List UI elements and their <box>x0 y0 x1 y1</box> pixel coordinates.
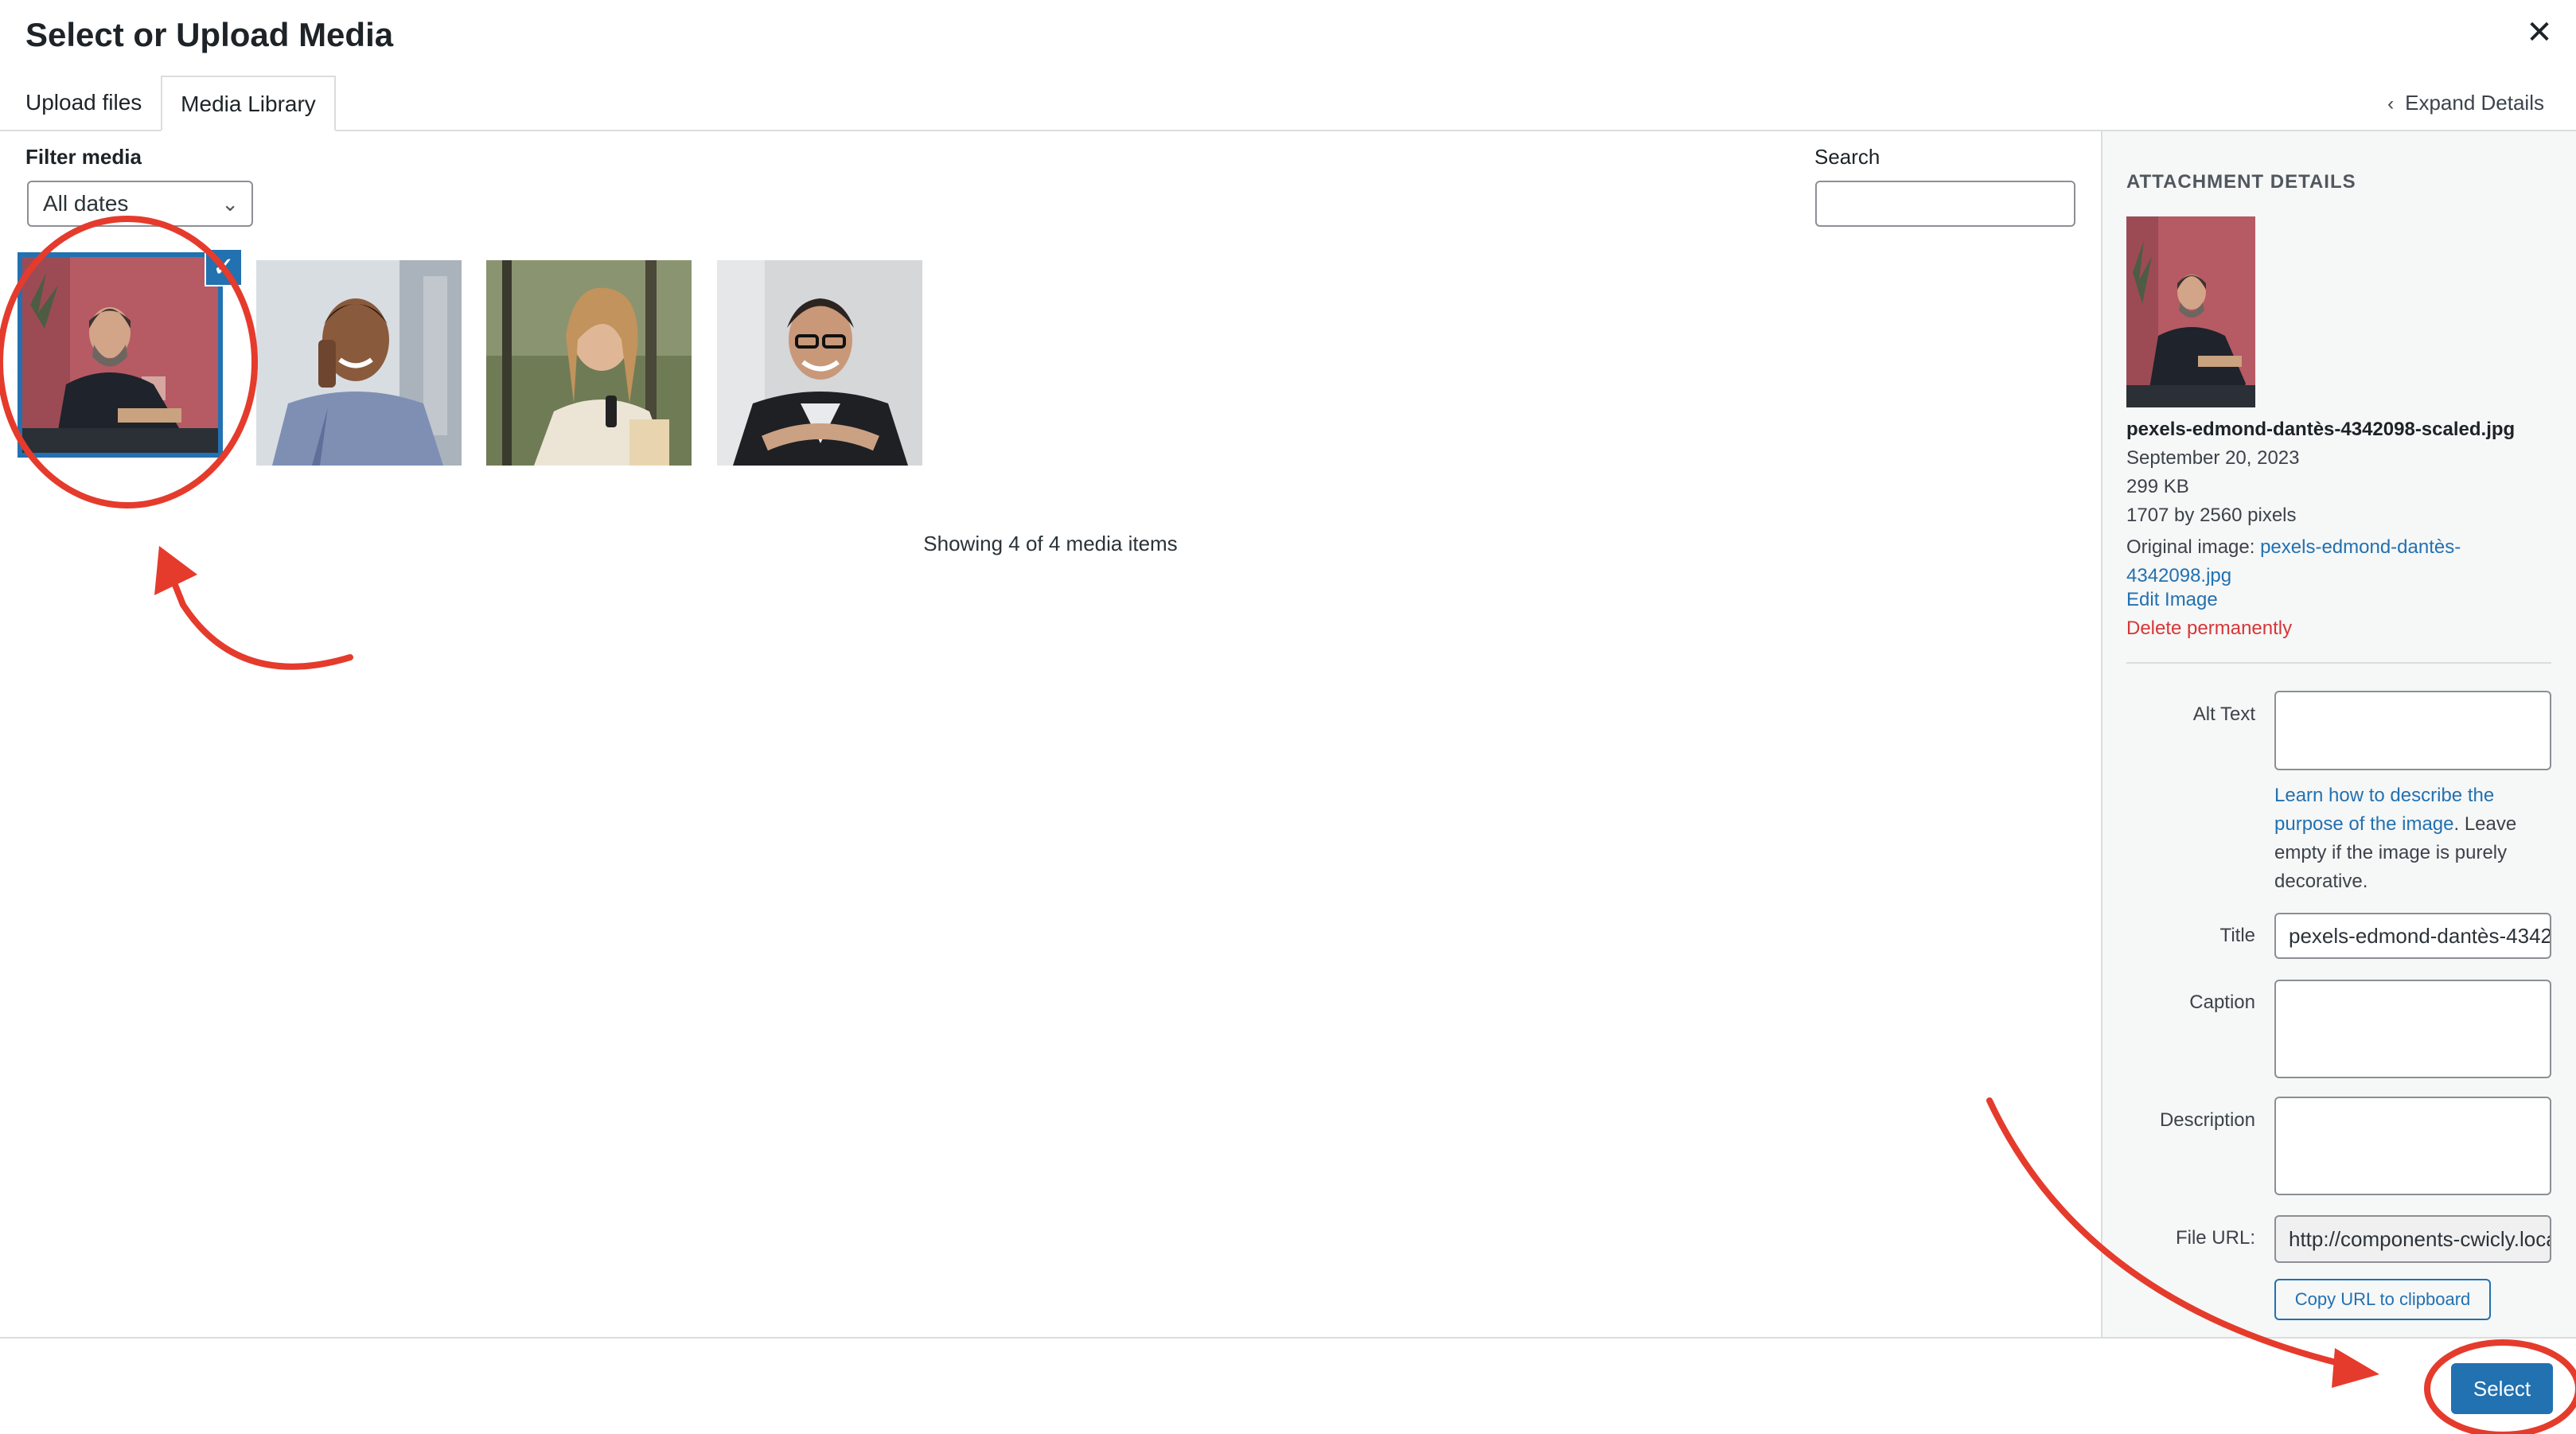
search-input[interactable] <box>1815 181 2075 227</box>
thumbnail-image <box>256 260 462 466</box>
thumbnail-image <box>717 260 922 466</box>
original-image-label: Original image: <box>2126 536 2261 558</box>
tab-upload-files[interactable]: Upload files <box>25 76 142 130</box>
attachment-preview-image <box>2126 216 2255 407</box>
copy-url-button[interactable]: Copy URL to clipboard <box>2274 1279 2491 1320</box>
attachment-preview <box>2126 216 2255 407</box>
expand-details-button[interactable]: ‹ Expand Details <box>2387 76 2544 130</box>
modal-title: Select or Upload Media <box>25 16 394 53</box>
thumbnail-image <box>486 260 692 466</box>
attachment-details-heading: ATTACHMENT DETAILS <box>2126 171 2356 193</box>
media-item-man-smiling-glasses[interactable] <box>717 260 922 466</box>
description-field[interactable] <box>2274 1097 2551 1195</box>
annotation-arrowhead-thumbnail <box>154 546 197 595</box>
caption-label: Caption <box>2189 992 2255 1013</box>
modal-footer <box>0 1337 2576 1434</box>
alt-text-field[interactable] <box>2274 691 2551 770</box>
tab-media-library[interactable]: Media Library <box>161 76 336 131</box>
attachment-date: September 20, 2023 <box>2126 447 2300 469</box>
attachment-filename: pexels-edmond-dantès-4342098-scaled.jpg <box>2126 419 2516 440</box>
chevron-down-icon: ⌄ <box>221 192 239 216</box>
chevron-left-icon: ‹ <box>2387 93 2395 115</box>
date-filter-select[interactable]: All dates ⌄ <box>27 181 253 227</box>
attachment-dimensions: 1707 by 2560 pixels <box>2126 505 2297 526</box>
tab-bar: Upload files Media Library ‹ Expand Detai… <box>0 76 2576 131</box>
alt-text-help: Learn how to describe the purpose of the… <box>2274 781 2551 896</box>
media-item-man-on-phone[interactable] <box>256 260 462 466</box>
media-item-woman-on-phone[interactable] <box>486 260 692 466</box>
media-item-man-red-background[interactable] <box>18 252 223 458</box>
description-label: Description <box>2159 1109 2255 1131</box>
attachment-file-size: 299 KB <box>2126 476 2189 497</box>
expand-details-label: Expand Details <box>2405 91 2544 115</box>
thumbnail-image <box>22 257 218 453</box>
close-icon[interactable]: ✕ <box>2523 16 2556 49</box>
search-label: Search <box>1814 145 1880 169</box>
select-button[interactable]: Select <box>2451 1363 2553 1414</box>
file-url-label: File URL: <box>2175 1227 2255 1249</box>
divider <box>2126 662 2551 664</box>
alt-text-label: Alt Text <box>2192 703 2255 725</box>
title-field[interactable]: pexels-edmond-dantès-4342098-scaled <box>2274 913 2551 959</box>
file-url-field[interactable]: http://components-cwicly.local/wp-conten… <box>2274 1215 2551 1263</box>
caption-field[interactable] <box>2274 980 2551 1078</box>
title-label: Title <box>2219 925 2255 946</box>
edit-image-link[interactable]: Edit Image <box>2126 589 2218 611</box>
original-image-info: Original image: pexels-edmond-dantès-434… <box>2126 533 2556 590</box>
delete-permanently-link[interactable]: Delete permanently <box>2126 618 2292 640</box>
media-count-status: Showing 4 of 4 media items <box>923 532 1178 555</box>
filter-media-label: Filter media <box>25 145 142 169</box>
selected-check-icon[interactable]: ✓ <box>205 248 243 286</box>
annotation-arrow-thumbnail <box>170 578 353 670</box>
date-filter-value: All dates <box>43 191 129 216</box>
